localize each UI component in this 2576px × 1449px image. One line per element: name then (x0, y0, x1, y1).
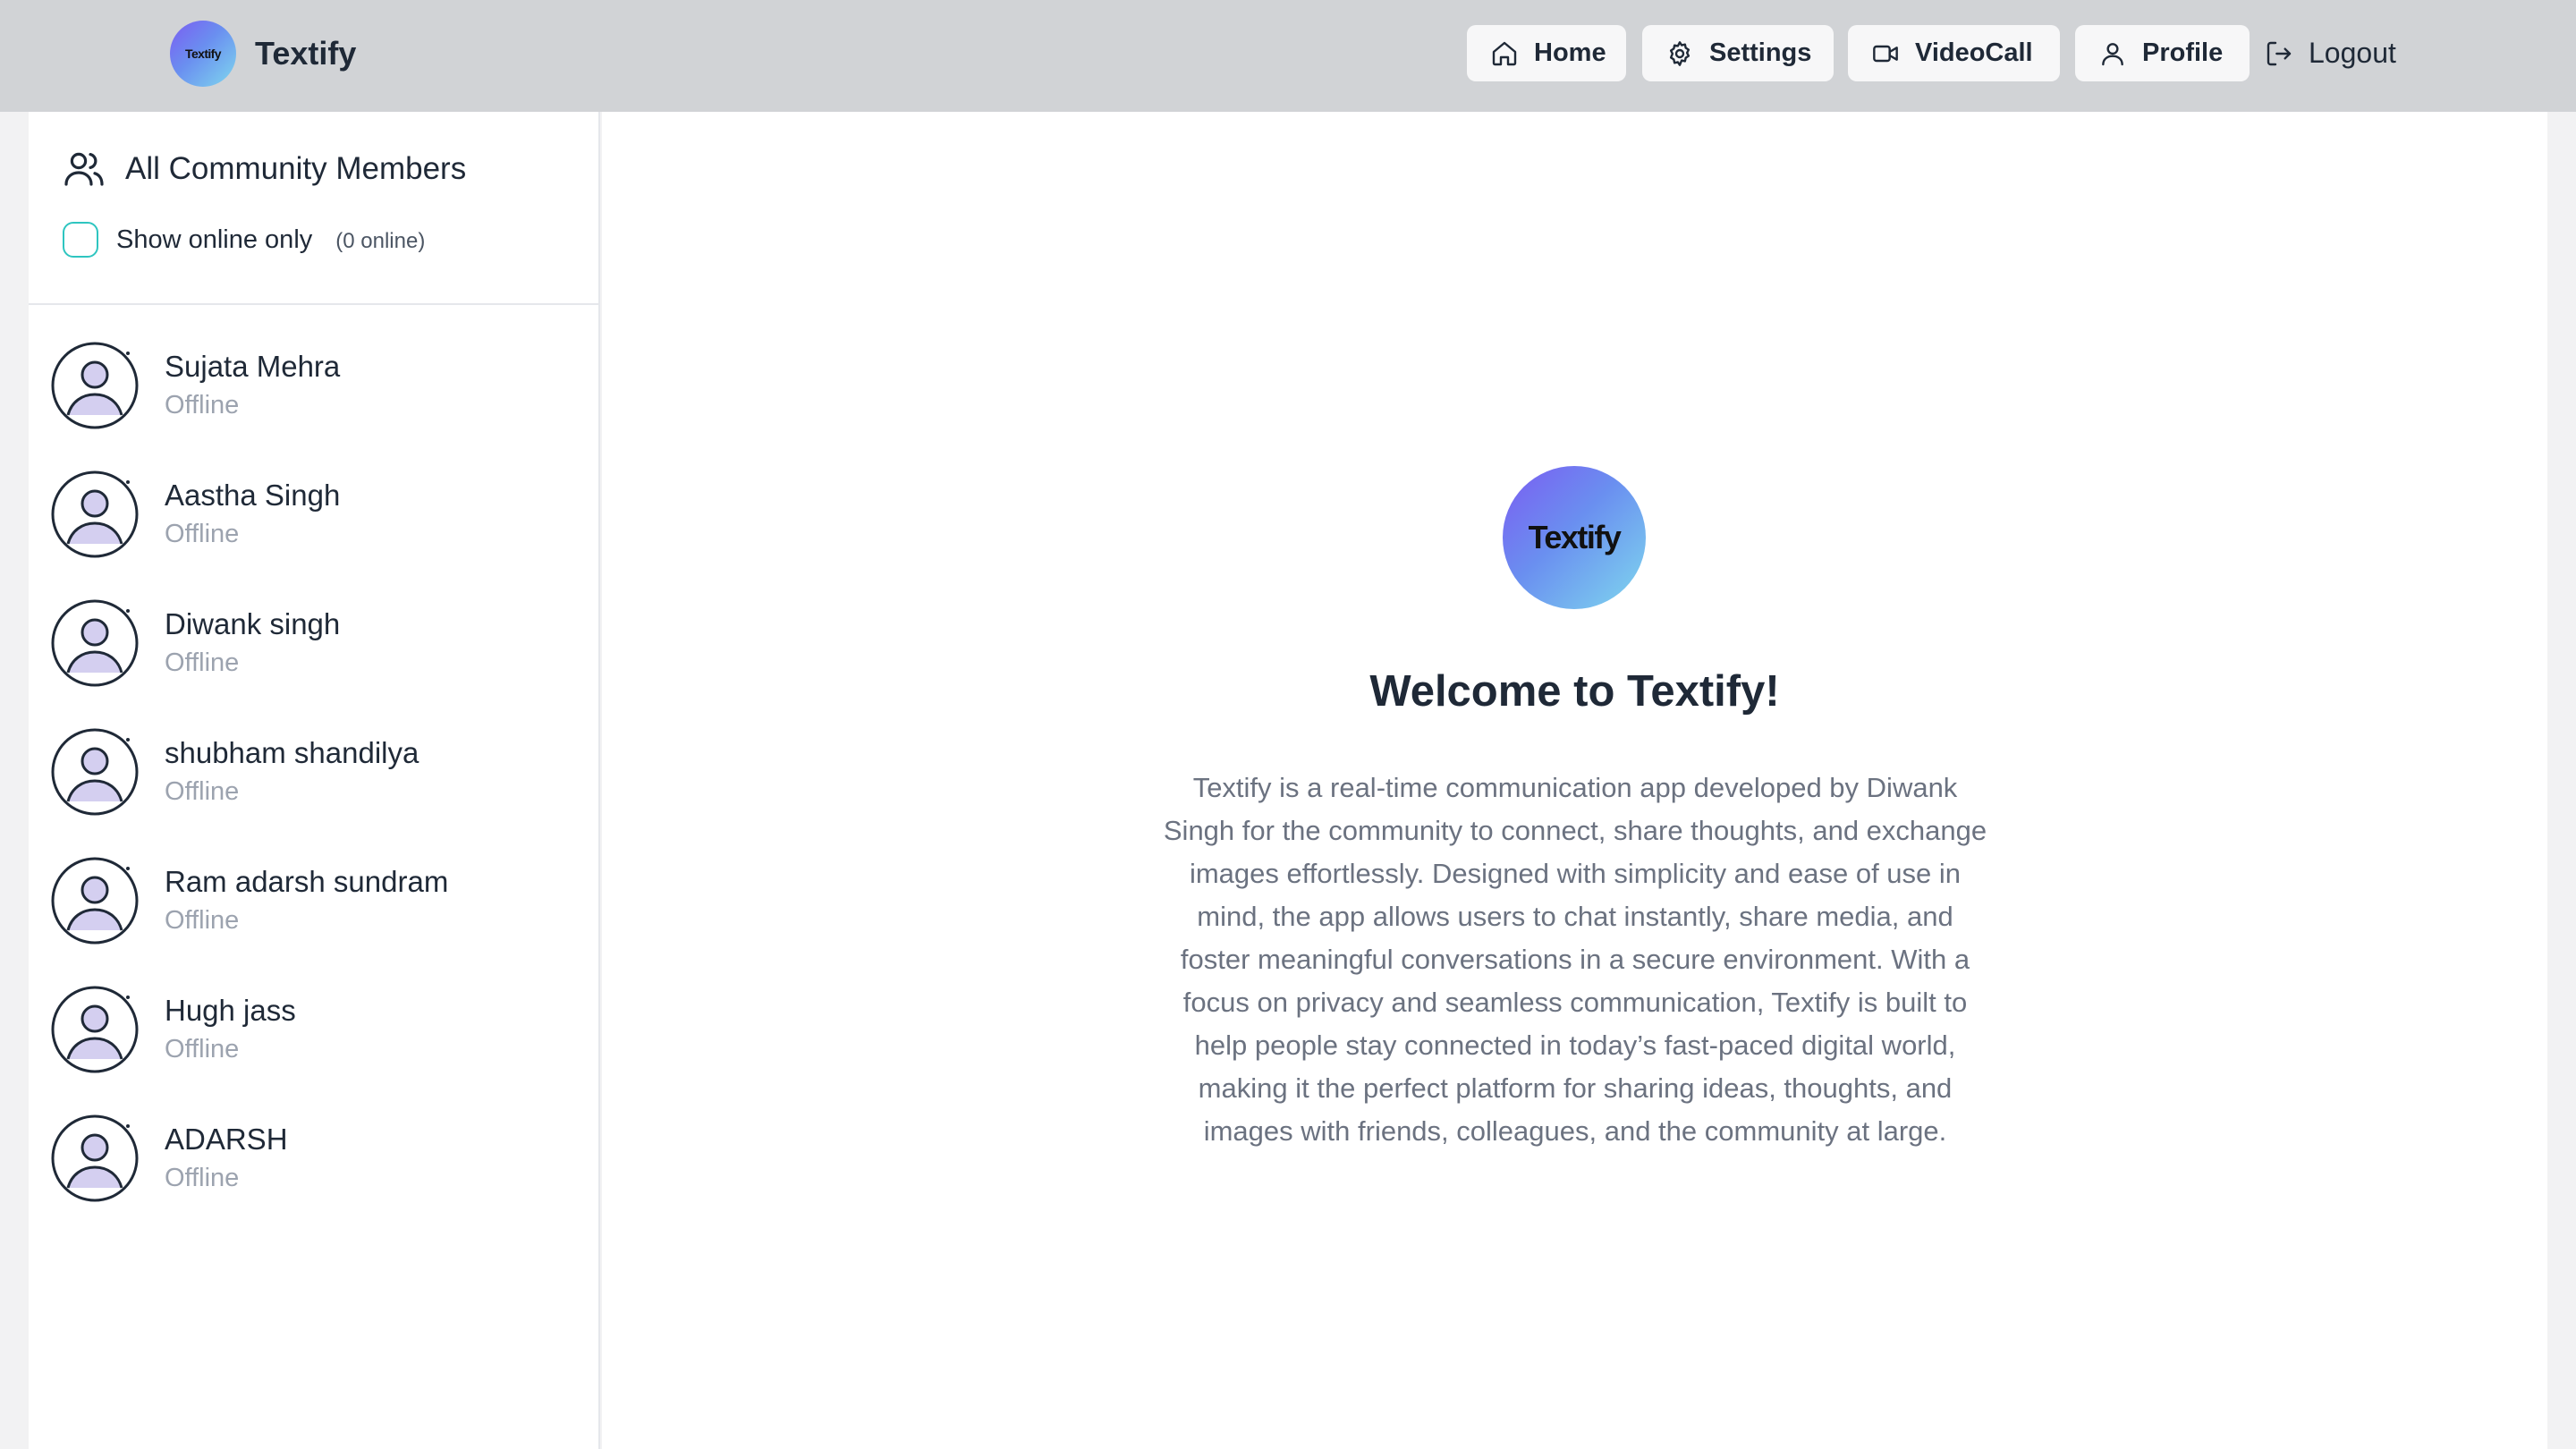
welcome-description: Textify is a real-time communication app… (1163, 772, 1987, 1147)
user-avatar-icon (51, 342, 139, 429)
member-item[interactable]: ADARSH Offline (29, 1114, 598, 1242)
sidebar-header: All Community Members Show online only (… (29, 112, 598, 305)
logout-icon (2267, 41, 2292, 65)
gear-icon (1669, 40, 1690, 66)
member-item[interactable]: Hugh jass Offline (29, 985, 598, 1114)
brand-logo[interactable]: Textify (170, 21, 236, 87)
logout-button[interactable]: Logout (2265, 25, 2396, 81)
brand-name[interactable]: Textify (255, 35, 356, 72)
show-online-label[interactable]: Show online only (116, 225, 312, 255)
top-navbar: Textify Textify Home Settings VideoCall … (0, 0, 2576, 112)
member-item[interactable]: Ram adarsh sundram Offline (29, 856, 598, 985)
show-online-checkbox[interactable] (63, 222, 98, 258)
videocall-button[interactable]: VideoCall (1848, 25, 2060, 81)
online-filter: Show online only (0 online) (63, 222, 425, 258)
member-status: Offline (165, 777, 240, 806)
videocall-label: VideoCall (1915, 38, 2033, 67)
member-item[interactable]: Aastha Singh Offline (29, 470, 598, 598)
user-avatar-icon (51, 857, 139, 945)
members-list: Sujata Mehra Offline Aastha Singh Offlin… (29, 341, 598, 1242)
home-label: Home (1534, 38, 1606, 67)
online-count: (0 online) (335, 229, 426, 253)
member-status: Offline (165, 391, 240, 419)
member-item[interactable]: shubham shandilya Offline (29, 727, 598, 856)
logout-label: Logout (2309, 37, 2396, 69)
member-status: Offline (165, 1164, 240, 1192)
member-item[interactable]: Diwank singh Offline (29, 598, 598, 727)
welcome-panel: Textify Welcome to Textify! Textify is a… (602, 112, 2547, 1449)
settings-label: Settings (1709, 38, 1812, 67)
member-name: shubham shandilya (165, 736, 419, 769)
user-avatar-icon (51, 599, 139, 687)
sidebar-title: All Community Members (63, 148, 466, 191)
user-avatar-icon (51, 1114, 139, 1202)
member-name: Sujata Mehra (165, 350, 341, 383)
member-status: Offline (165, 1035, 240, 1063)
welcome-title: Welcome to Textify! (1369, 667, 1780, 716)
member-status: Offline (165, 520, 240, 548)
profile-label: Profile (2142, 38, 2224, 67)
welcome-logo: Textify (1503, 466, 1646, 609)
member-name: Hugh jass (165, 994, 296, 1027)
settings-button[interactable]: Settings (1642, 25, 1834, 81)
user-avatar-icon (51, 728, 139, 816)
member-status: Offline (165, 648, 240, 677)
member-status: Offline (165, 906, 240, 935)
video-camera-icon (1873, 45, 1898, 62)
member-name: Diwank singh (165, 607, 341, 640)
member-item[interactable]: Sujata Mehra Offline (29, 341, 598, 470)
home-icon (1492, 41, 1517, 65)
user-icon (2102, 42, 2123, 65)
profile-button[interactable]: Profile (2075, 25, 2250, 81)
member-name: ADARSH (165, 1123, 288, 1156)
brand[interactable]: Textify Textify (170, 21, 356, 87)
member-name: Aastha Singh (165, 479, 341, 512)
user-avatar-icon (51, 986, 139, 1073)
users-icon (64, 152, 104, 186)
member-name: Ram adarsh sundram (165, 865, 449, 898)
home-button[interactable]: Home (1467, 25, 1626, 81)
user-avatar-icon (51, 470, 139, 558)
members-sidebar: All Community Members Show online only (… (29, 112, 600, 1449)
sidebar-title-text: All Community Members (125, 151, 467, 186)
